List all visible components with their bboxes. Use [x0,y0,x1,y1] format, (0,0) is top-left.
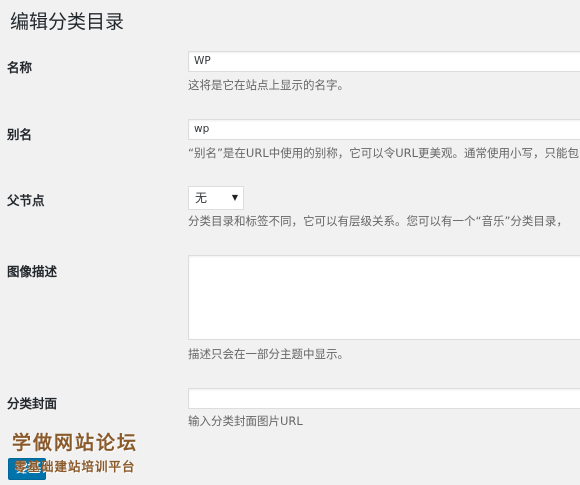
parent-select[interactable]: 无 ▼ [188,186,244,210]
dropdown-arrow-icon: ▼ [231,193,238,202]
name-label: 名称 [7,60,33,75]
parent-select-value: 无 [195,191,208,205]
page-title: 编辑分类目录 [10,11,125,33]
watermark-title: 学做网站论坛 [12,432,139,454]
parent-description: 分类目录和标签不同，它可以有层级关系。您可以有一个“音乐”分类目录， [188,214,568,228]
slug-input[interactable]: wp [188,119,580,140]
image-description-help: 描述只会在一部分主题中显示。 [188,347,349,361]
watermark-subtitle: 零基础建站培训平台 [14,459,136,474]
cover-description: 输入分类封面图片URL [188,414,303,428]
parent-label: 父节点 [7,193,45,208]
cover-input[interactable] [188,388,580,409]
name-description: 这将是它在站点上显示的名字。 [188,78,349,92]
image-description-label: 图像描述 [7,264,58,279]
image-description-textarea[interactable] [188,255,580,340]
slug-description: “别名”是在URL中使用的别称，它可以令URL更美观。通常使用小写，只能包 [188,146,580,160]
slug-label: 别名 [7,127,33,142]
cover-label: 分类封面 [7,396,58,411]
name-input[interactable]: WP [188,51,580,72]
